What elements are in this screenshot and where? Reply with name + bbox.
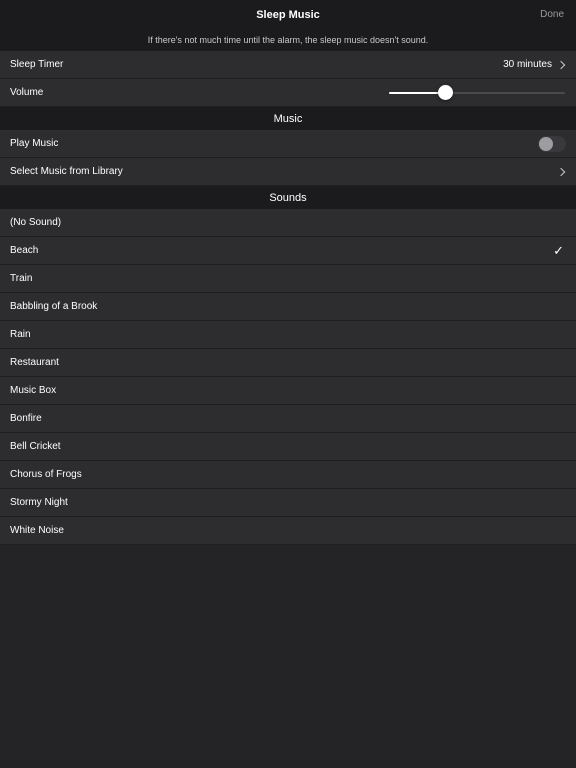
sound-item-label: Restaurant bbox=[10, 357, 59, 368]
checkmark-icon: ✓ bbox=[553, 242, 564, 258]
sound-item[interactable]: Babbling of a Brook bbox=[0, 293, 576, 321]
page-title: Sleep Music bbox=[256, 8, 320, 21]
done-button[interactable]: Done bbox=[540, 0, 564, 29]
navigation-bar: Sleep Music Done bbox=[0, 0, 576, 29]
sound-item[interactable]: Bell Cricket bbox=[0, 433, 576, 461]
chevron-right-icon bbox=[556, 167, 566, 176]
sound-item[interactable]: Rain bbox=[0, 321, 576, 349]
sound-item[interactable]: Stormy Night bbox=[0, 489, 576, 517]
sound-item-label: Babbling of a Brook bbox=[10, 301, 98, 312]
sound-item-accessory: ✓ bbox=[553, 237, 566, 264]
sounds-list: (No Sound) Beach ✓ Train Babbling of a Brook… bbox=[0, 209, 576, 545]
chevron-right-icon bbox=[556, 60, 566, 69]
sleep-timer-label: Sleep Timer bbox=[10, 59, 64, 70]
sleep-timer-row[interactable]: Sleep Timer 30 minutes bbox=[0, 51, 576, 79]
sleep-timer-accessory: 30 minutes bbox=[503, 51, 566, 78]
play-music-row: Play Music bbox=[0, 130, 576, 158]
alarm-notice: If there's not much time until the alarm… bbox=[0, 29, 576, 51]
music-section-header: Music bbox=[0, 107, 576, 130]
play-music-toggle[interactable] bbox=[538, 135, 566, 152]
volume-slider[interactable] bbox=[389, 79, 565, 106]
sound-item-label: Stormy Night bbox=[10, 497, 68, 508]
sound-item-label: White Noise bbox=[10, 525, 64, 536]
play-music-label: Play Music bbox=[10, 138, 59, 149]
sound-item[interactable]: (No Sound) bbox=[0, 209, 576, 237]
select-music-library-label: Select Music from Library bbox=[10, 166, 123, 177]
sound-item-label: Bonfire bbox=[10, 413, 42, 424]
volume-slider-thumb[interactable] bbox=[437, 85, 453, 100]
sound-item-label: Train bbox=[10, 273, 33, 284]
sound-item-label: (No Sound) bbox=[10, 217, 62, 228]
volume-row: Volume bbox=[0, 79, 576, 107]
sound-item[interactable]: Bonfire bbox=[0, 405, 576, 433]
sounds-section-header: Sounds bbox=[0, 186, 576, 209]
sound-item-label: Beach bbox=[10, 245, 39, 256]
sound-item[interactable]: Music Box bbox=[0, 377, 576, 405]
sound-item[interactable]: Chorus of Frogs bbox=[0, 461, 576, 489]
sound-item[interactable]: Beach ✓ bbox=[0, 237, 576, 265]
sound-item-label: Bell Cricket bbox=[10, 441, 61, 452]
sound-item-label: Rain bbox=[10, 329, 31, 340]
sound-item-label: Music Box bbox=[10, 385, 57, 396]
volume-slider-fill bbox=[389, 91, 446, 94]
sound-item-label: Chorus of Frogs bbox=[10, 469, 82, 480]
select-music-library-row[interactable]: Select Music from Library bbox=[0, 158, 576, 186]
sound-item[interactable]: Train bbox=[0, 265, 576, 293]
toggle-knob bbox=[539, 136, 553, 151]
sleep-timer-value: 30 minutes bbox=[503, 59, 552, 70]
sound-item[interactable]: Restaurant bbox=[0, 349, 576, 377]
sound-item[interactable]: White Noise bbox=[0, 517, 576, 545]
select-music-accessory bbox=[556, 158, 566, 185]
